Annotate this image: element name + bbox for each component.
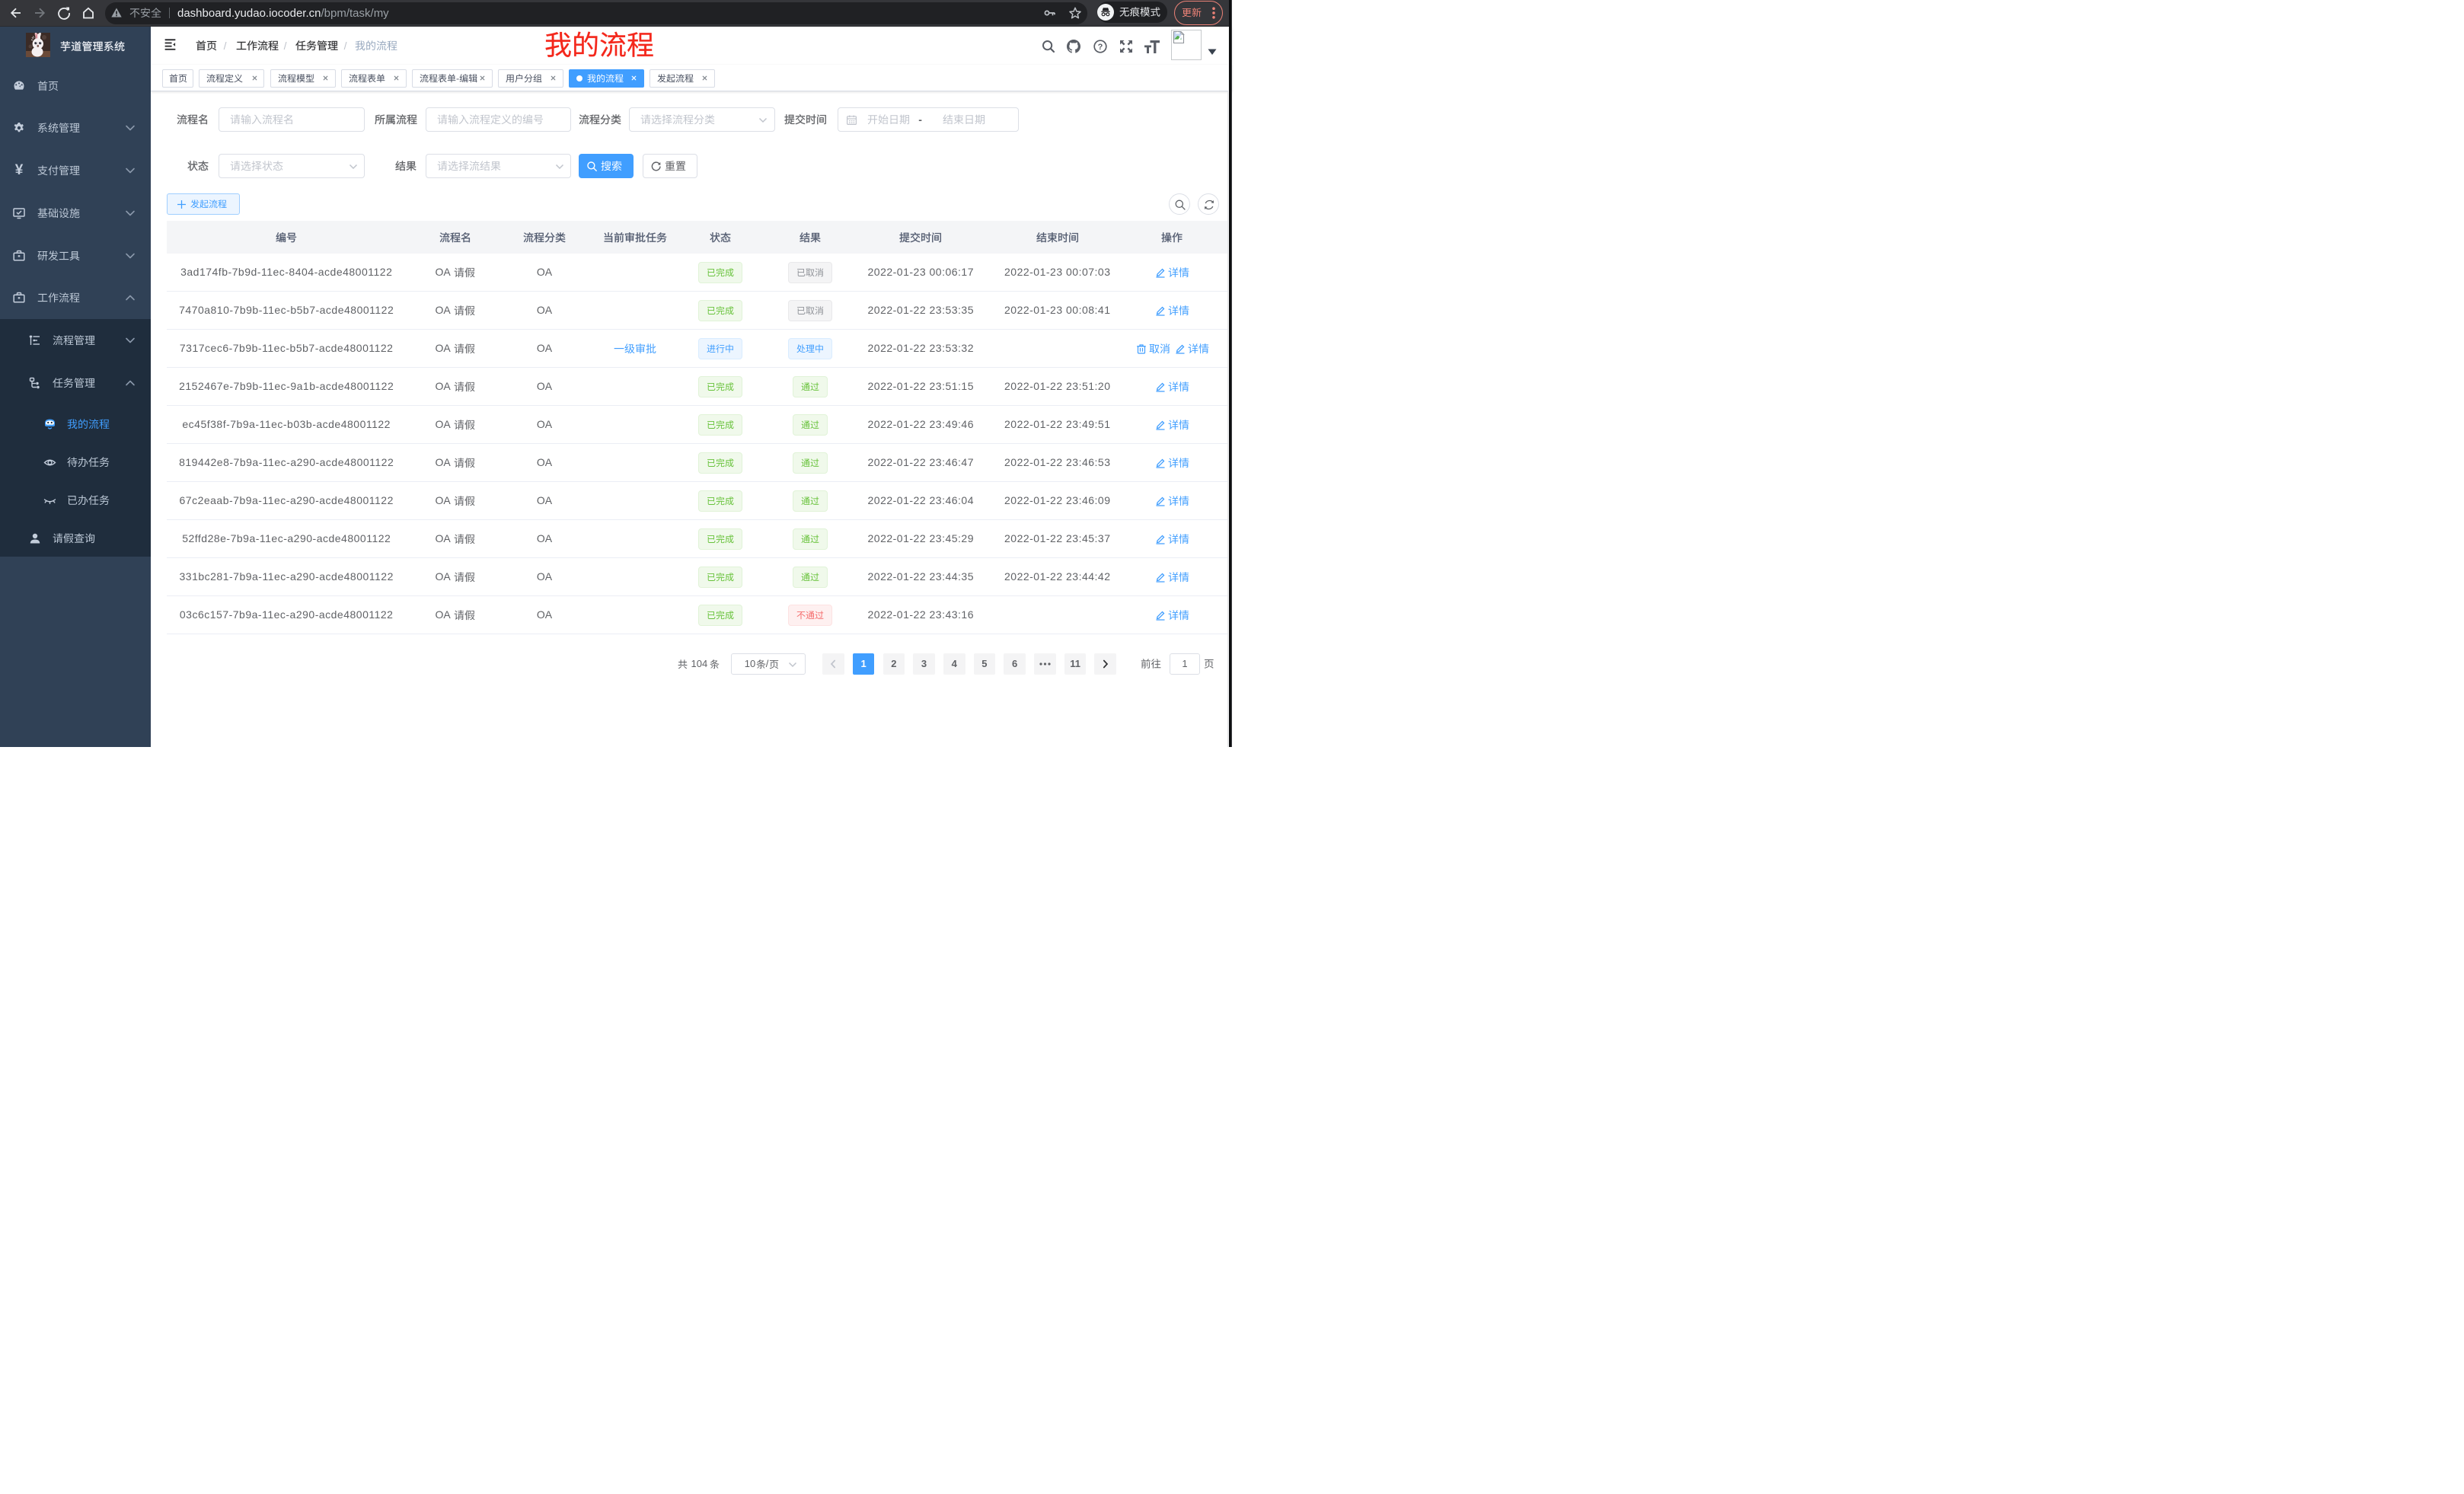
svg-text:?: ? xyxy=(1097,42,1103,51)
